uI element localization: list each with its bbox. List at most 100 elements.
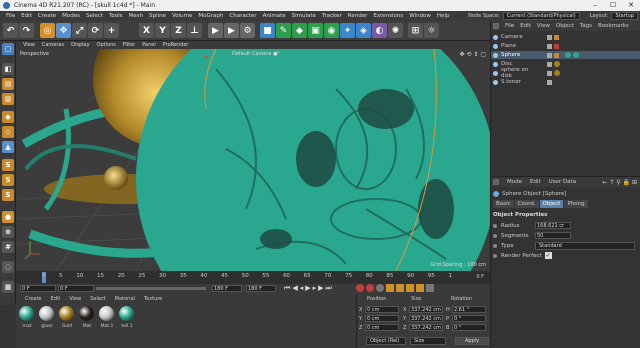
keyframe-selection-icon[interactable] — [376, 284, 384, 292]
make-editable-icon[interactable]: ▢ — [2, 43, 14, 55]
menu-spline[interactable]: Spline — [149, 13, 166, 19]
close-button[interactable]: ✕ — [622, 0, 640, 11]
menu-edit[interactable]: Edit — [21, 13, 32, 19]
tag-icon[interactable] — [554, 34, 559, 40]
material-menu-material[interactable]: Material — [115, 296, 135, 302]
material-swatch[interactable] — [99, 306, 114, 321]
record-icon[interactable] — [356, 284, 364, 292]
visibility-toggle[interactable] — [547, 70, 552, 76]
live-selection-icon[interactable]: ◎ — [40, 23, 55, 38]
solo-icon[interactable]: S — [2, 189, 14, 201]
3d-viewport[interactable]: Perspective Default Camera ●° Grid Spaci… — [16, 49, 490, 271]
render-to-picture-viewer-icon[interactable]: ▶ — [224, 23, 239, 38]
menu-render[interactable]: Render — [348, 13, 368, 19]
material-swatch[interactable] — [59, 306, 74, 321]
undo-icon[interactable]: ↶ — [3, 23, 18, 38]
floor-icon[interactable]: ◈ — [356, 23, 371, 38]
pla-key-icon[interactable] — [426, 284, 434, 292]
animate-dot-icon[interactable] — [493, 244, 497, 248]
viewport-nav-icons[interactable]: ✥ ⟲ ↕ ▢ — [460, 51, 486, 58]
material-tag-icon[interactable] — [565, 52, 571, 58]
viewport-menu-panel[interactable]: Panel — [142, 42, 156, 48]
viewport-menu-filter[interactable]: Filter — [123, 42, 135, 48]
scale-key-icon[interactable] — [396, 284, 404, 292]
position-z-field[interactable] — [365, 324, 399, 331]
object-menu-file[interactable]: File — [505, 23, 514, 29]
attr-menu-user-data[interactable]: User Data — [549, 179, 576, 185]
visibility-toggle[interactable] — [547, 79, 552, 85]
next-key-icon[interactable]: ▶ — [318, 284, 323, 293]
animate-dot-icon[interactable] — [493, 223, 497, 228]
menu-select[interactable]: Select — [86, 13, 103, 19]
current-frame-field[interactable] — [58, 285, 94, 292]
field-icon[interactable]: ✦ — [340, 23, 355, 38]
y-axis-lock-icon[interactable]: Y — [155, 23, 170, 38]
x-axis-lock-icon[interactable]: X — [139, 23, 154, 38]
object-menu-view[interactable]: View — [537, 23, 550, 29]
polygons-mode-icon[interactable]: ▲ — [2, 141, 14, 153]
material-menu-view[interactable]: View — [69, 296, 81, 302]
coord-mode-select[interactable]: Object (Rel) — [366, 337, 406, 345]
end-frame-field[interactable] — [212, 285, 242, 292]
points-mode-icon[interactable]: ◆ — [2, 111, 14, 123]
size-y-field[interactable] — [409, 315, 443, 322]
attr-menu-edit[interactable]: Edit — [530, 179, 541, 185]
material-tag-icon[interactable] — [554, 70, 560, 76]
next-frame-icon[interactable]: ▸ — [313, 284, 317, 293]
coord-size-mode-select[interactable]: Size — [410, 337, 446, 345]
object-row-selected[interactable]: Sphere — [491, 51, 640, 59]
menu-help[interactable]: Help — [437, 13, 450, 19]
menu-file[interactable]: File — [6, 13, 15, 19]
menu-character[interactable]: Character — [229, 13, 256, 19]
play-icon[interactable]: ▶ — [305, 284, 310, 293]
object-menu-tags[interactable]: Tags — [580, 23, 592, 29]
tag-icon[interactable] — [554, 43, 559, 49]
material-menu-texture[interactable]: Texture — [144, 296, 162, 302]
viewport-layout-icon[interactable]: ▦ — [2, 281, 14, 293]
minimize-button[interactable]: – — [586, 0, 604, 11]
render-view-icon[interactable]: ▶ — [208, 23, 223, 38]
grid-icon[interactable]: # — [2, 241, 14, 253]
tag-icon[interactable] — [554, 52, 559, 58]
object-menu-bookmarks[interactable]: Bookmarks — [598, 23, 629, 29]
object-row[interactable]: Camera — [491, 33, 640, 41]
render-settings-icon[interactable]: ⚙ — [240, 23, 255, 38]
rotate-tool-icon[interactable]: ⟳ — [88, 23, 103, 38]
material-tag-icon[interactable] — [554, 61, 560, 67]
workplane-icon[interactable]: S — [2, 174, 14, 186]
soft-selection-icon[interactable]: ● — [2, 211, 14, 223]
object-row[interactable]: sphere on disk — [491, 67, 640, 79]
preview-range-slider[interactable] — [96, 287, 206, 290]
visibility-toggle[interactable] — [547, 34, 552, 40]
cube-icon[interactable]: ■ — [260, 23, 275, 38]
object-menu-object[interactable]: Object — [556, 23, 574, 29]
coordinate-system-icon[interactable]: ⊥ — [187, 23, 202, 38]
attr-nav-icons[interactable]: ← ↑ ⚲ 🔒 ⊞ — [602, 179, 637, 186]
object-menu-edit[interactable]: Edit — [520, 23, 531, 29]
apply-button[interactable]: Apply — [455, 337, 489, 345]
material-swatch[interactable] — [79, 306, 94, 321]
texture-mode-icon[interactable]: ▤ — [2, 78, 14, 90]
goto-start-icon[interactable]: ⏮ — [284, 284, 290, 293]
menu-volume[interactable]: Volume — [172, 13, 192, 19]
render-perfect-checkbox[interactable]: ✓ — [544, 252, 552, 259]
menu-modes[interactable]: Modes — [62, 13, 80, 19]
object-row[interactable]: Plane — [491, 42, 640, 50]
menu-tracker[interactable]: Tracker — [322, 13, 342, 19]
menu-extensions[interactable]: Extensions — [373, 13, 403, 19]
animate-dot-icon[interactable] — [493, 253, 497, 258]
visibility-toggle[interactable] — [547, 61, 552, 67]
edges-mode-icon[interactable]: ◇ — [2, 126, 14, 138]
material-menu-edit[interactable]: Edit — [51, 296, 61, 302]
subdivision-surface-icon[interactable]: ◆ — [292, 23, 307, 38]
material-swatch[interactable] — [119, 306, 134, 321]
light-icon[interactable]: ✺ — [388, 23, 403, 38]
param-key-icon[interactable] — [416, 284, 424, 292]
timeline[interactable]: 0 5 10 15 20 25 30 35 40 45 50 55 60 65 … — [16, 271, 490, 284]
model-mode-icon[interactable]: ◧ — [2, 63, 14, 75]
menu-tools[interactable]: Tools — [109, 13, 123, 19]
rotation-h-field[interactable] — [452, 306, 486, 313]
maximize-button[interactable]: ☐ — [604, 0, 622, 11]
menu-mesh[interactable]: Mesh — [129, 13, 143, 19]
recent-tools-icon[interactable]: + — [104, 23, 119, 38]
